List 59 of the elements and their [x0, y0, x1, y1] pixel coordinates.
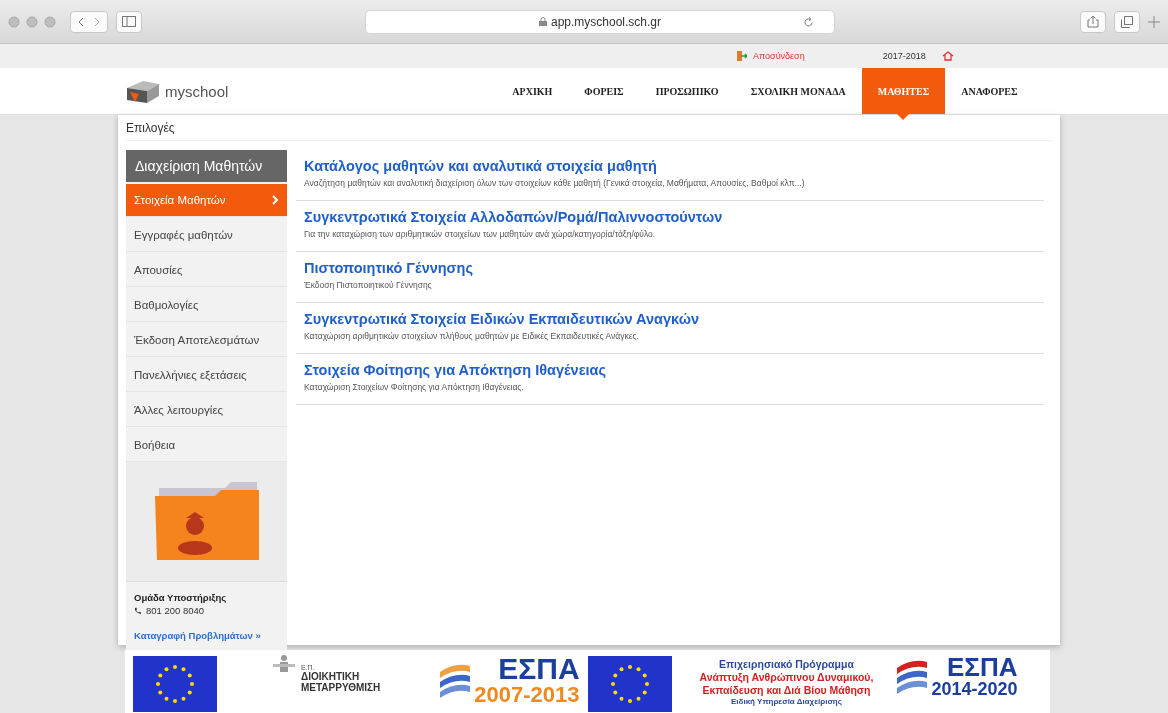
- reform-title: ΔΙΟΙΚΗΤΙΚΗ: [301, 671, 361, 682]
- reload-icon[interactable]: [803, 16, 814, 28]
- lock-icon: [538, 17, 547, 26]
- exit-door-icon: [737, 51, 747, 61]
- nav-tab[interactable]: ΣΧΟΛΙΚΗ ΜΟΝΑΔΑ: [734, 68, 862, 114]
- sidebar-item[interactable]: Βαθμολογίες: [126, 289, 287, 322]
- nav-tab[interactable]: ΠΡΟΣΩΠΙΚΟ: [639, 68, 735, 114]
- option-description: Καταχώριση Στοιχείων Φοίτησης για Απόκτηση Ιθαγένειας.: [304, 382, 525, 392]
- option-link[interactable]: Κατάλογος μαθητών και αναλυτικά στοιχεία μαθητή: [304, 158, 1036, 174]
- option-link[interactable]: Πιστοποιητικό Γέννησης: [304, 260, 1036, 276]
- option-description: Για την καταχώριση των αριθμητικών στοιχείων των μαθητών ανά χώρα/κατηγορία/τάξη/φύλο.: [304, 229, 657, 239]
- share-button[interactable]: [1080, 10, 1106, 33]
- option-link[interactable]: Συγκεντρωτικά Στοιχεία Αλλοδαπών/Ρομά/Παλιννοστούντων: [304, 209, 1036, 225]
- phone-icon: [134, 606, 142, 615]
- eu-flag-icon: [587, 656, 672, 712]
- nav-tab[interactable]: ΦΟΡΕΙΣ: [568, 68, 640, 114]
- student-folder-icon: [154, 481, 259, 562]
- sidebar-item[interactable]: Άλλες λειτουργίες: [126, 394, 287, 427]
- sidebar-button[interactable]: [116, 10, 142, 33]
- eu-flag-icon: [133, 656, 217, 712]
- page-title: Επιλογές: [126, 115, 1052, 141]
- phone-number: 801 200 8040: [134, 605, 279, 616]
- tabs-icon: [1121, 15, 1133, 28]
- nav-tab[interactable]: ΑΝΑΦΟΡΕΣ: [945, 68, 1034, 114]
- programme-agency: Ειδική Υπηρεσία Διαχείρισης: [731, 697, 842, 706]
- option-description: Αναζήτηση μαθητών και αναλυτική διαχείριση όλων των στοιχείων κάθε μαθητή (Γενικά στοιχεία, Μαθήματα, Απουσίες, Βαθμοί κλπ...): [304, 178, 806, 188]
- logout-link[interactable]: Αποσύνδεση: [737, 51, 805, 61]
- report-problems-link[interactable]: Καταγραφή Προβλημάτων »: [134, 630, 279, 641]
- logo-text: myschool: [165, 82, 229, 100]
- sidebar-icon: [122, 16, 136, 27]
- sidebar-item[interactable]: Έκδοση Αποτελεσμάτων: [126, 324, 287, 357]
- programme-title: Επιχειρησιακό Πρόγραμμα: [719, 658, 854, 670]
- school-year: 2017-2018: [882, 51, 926, 61]
- home-icon[interactable]: [941, 51, 954, 61]
- option-link[interactable]: Στοιχεία Φοίτησης για Απόκτηση Ιθαγένειας: [304, 362, 1036, 378]
- sidebar-item[interactable]: Πανελλήνιες εξετάσεις: [126, 359, 287, 392]
- programme-name: Ανάπτυξη Ανθρώπινου Δυναμικού,: [699, 671, 874, 683]
- support-title: Ομάδα Υποστήριξης: [134, 592, 228, 603]
- espa-period: 2014-2020: [931, 680, 1018, 698]
- espa-logo-text: ΕΣΠΑ: [498, 654, 580, 684]
- chevron-right-icon: [272, 195, 279, 205]
- espa-period: 2007-2013: [474, 684, 580, 706]
- espa-logo-text: ΕΣΠΑ: [946, 654, 1018, 680]
- option-description: Έκδοση Πιστοποιητικού Γέννησης: [304, 280, 433, 290]
- share-icon: [1087, 15, 1099, 28]
- sidebar-item[interactable]: Απουσίες: [126, 254, 287, 287]
- programme-name: Εκπαίδευση και Διά Βίου Μάθηση: [702, 684, 871, 696]
- option-link[interactable]: Συγκεντρωτικά Στοιχεία Ειδικών Εκπαιδευτικών Αναγκών: [304, 311, 1036, 327]
- sidebar-title: Διαχείριση Μαθητών: [126, 150, 287, 182]
- nav-tab[interactable]: ΑΡΧΙΚΗ: [496, 68, 569, 114]
- logo-icon: [125, 78, 161, 104]
- reform-title: ΜΕΤΑΡΡΥΘΜΙΣΗ: [301, 682, 381, 693]
- person-figure-icon: [271, 654, 297, 672]
- sidebar-item[interactable]: Εγγραφές μαθητών: [126, 219, 287, 252]
- address-field[interactable]: app.myschool.sch.gr: [365, 9, 835, 34]
- tabs-button[interactable]: [1114, 10, 1140, 33]
- new-tab-icon[interactable]: [1148, 15, 1160, 28]
- option-description: Καταχώριση αριθμητικών στοιχείων πλήθους μαθητών με Ειδικές Εκπαιδευτικές Ανάγκες.: [304, 331, 640, 341]
- back-forward-button[interactable]: [70, 10, 108, 33]
